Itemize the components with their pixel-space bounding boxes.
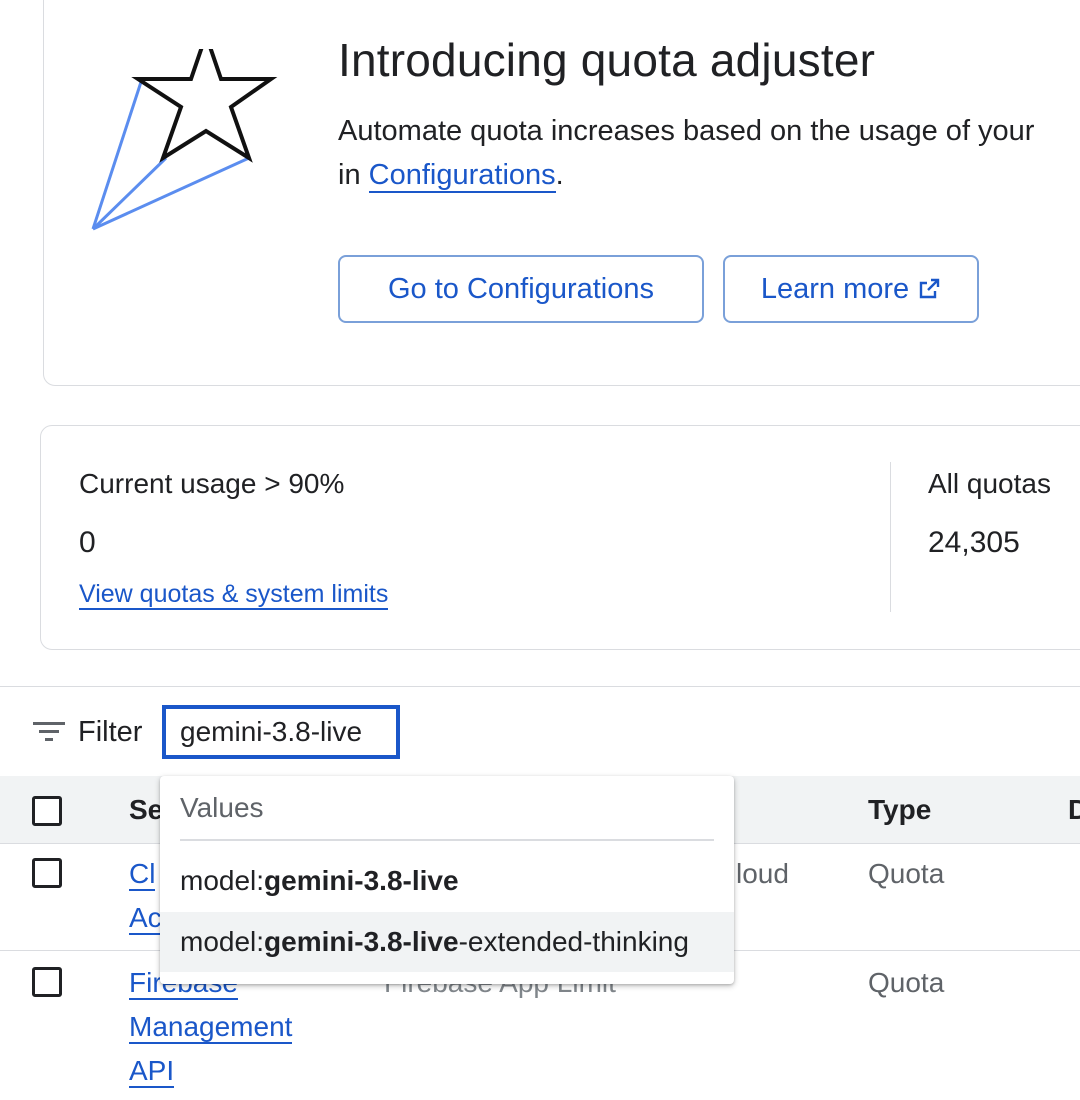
service-link-line2: Ac	[129, 902, 162, 935]
quota-name: loud	[736, 858, 789, 889]
stats-divider	[890, 462, 891, 612]
go-to-configurations-button[interactable]: Go to Configurations	[338, 255, 704, 323]
promo-description-line2: in Configurations.	[338, 159, 564, 193]
quota-stats-card: Current usage > 90% 0 View quotas & syst…	[40, 425, 1080, 650]
open-in-new-icon	[919, 278, 940, 299]
option-suffix: -extended-thinking	[458, 926, 689, 957]
service-link-line2: Management	[129, 1011, 293, 1044]
all-quotas-label: All quotas	[928, 468, 1051, 499]
option-prefix: model:	[180, 865, 265, 896]
row-checkbox[interactable]	[32, 858, 62, 888]
quota-type: Quota	[868, 858, 945, 889]
go-to-configurations-label: Go to Configurations	[388, 272, 654, 305]
filter-values-dropdown: Values model: gemini-3.8-live model: gemin…	[160, 776, 734, 984]
dropdown-header: Values	[180, 792, 264, 823]
service-link-line1: Cl	[129, 858, 156, 891]
promo-description: Automate quota increases based on the us…	[338, 115, 1035, 147]
column-header-type[interactable]: Type	[868, 794, 931, 826]
service-link-line3: API	[129, 1055, 175, 1088]
filter-input[interactable]: gemini-3.8-live	[162, 705, 400, 759]
configurations-link[interactable]: Configurations	[368, 159, 556, 193]
quota-adjuster-promo-card: Introducing quota adjuster Automate quot…	[43, 0, 1080, 386]
filter-label: Filter	[78, 716, 143, 748]
option-match: gemini-3.8-live	[264, 926, 459, 957]
service-link[interactable]: Cl Ac	[129, 852, 162, 940]
option-prefix: model:	[180, 926, 265, 957]
quota-type: Quota	[868, 967, 945, 998]
select-all-checkbox[interactable]	[32, 796, 62, 826]
column-header-service[interactable]: Se	[129, 794, 163, 826]
all-quotas-value: 24,305	[928, 526, 1020, 559]
shooting-star-icon	[91, 49, 278, 231]
view-quotas-link[interactable]: View quotas & system limits	[79, 580, 389, 610]
current-usage-value: 0	[79, 526, 96, 559]
promo-description-suffix: .	[555, 159, 564, 191]
promo-title: Introducing quota adjuster	[338, 34, 876, 86]
dropdown-option[interactable]: model: gemini-3.8-live -extended-thinking	[160, 912, 734, 972]
filter-divider	[0, 686, 1080, 687]
current-usage-label: Current usage > 90%	[79, 468, 345, 499]
learn-more-button[interactable]: Learn more	[723, 255, 979, 323]
column-header-next[interactable]: D	[1068, 794, 1080, 826]
filter-input-value: gemini-3.8-live	[180, 716, 363, 747]
row-checkbox[interactable]	[32, 967, 62, 997]
learn-more-label: Learn more	[760, 272, 910, 305]
filter-list-icon[interactable]	[33, 719, 65, 745]
dropdown-divider	[180, 839, 714, 841]
promo-description-prefix: in	[338, 159, 369, 191]
option-match: gemini-3.8-live	[264, 865, 459, 896]
dropdown-option[interactable]: model: gemini-3.8-live	[160, 851, 734, 911]
